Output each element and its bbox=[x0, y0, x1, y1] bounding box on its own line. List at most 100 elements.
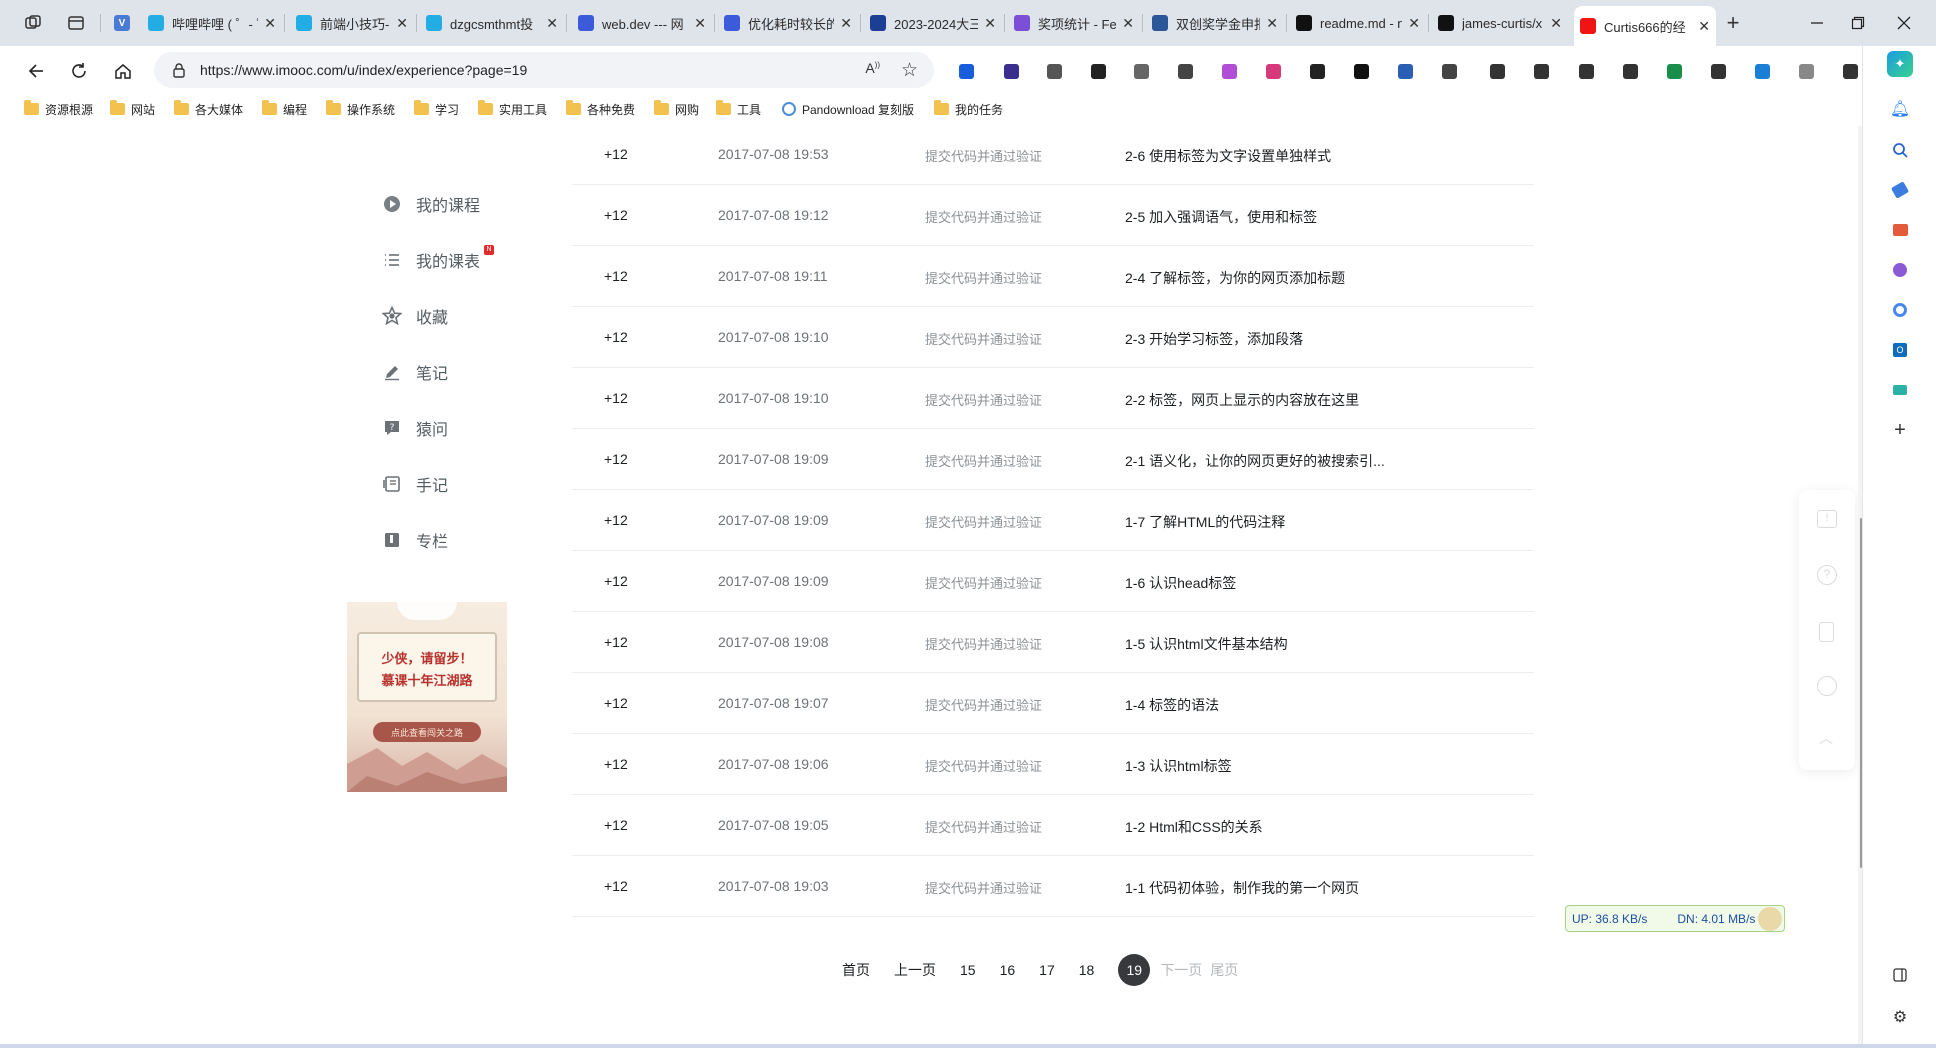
favorites-icon[interactable] bbox=[1486, 60, 1508, 82]
close-tab-icon[interactable]: ✕ bbox=[1122, 15, 1134, 32]
tab-actions-icon[interactable] bbox=[65, 12, 87, 34]
minimize-button[interactable] bbox=[1806, 12, 1828, 34]
play-extension-icon[interactable] bbox=[1306, 60, 1328, 82]
sidebar-item[interactable]: 我的课表 N bbox=[382, 245, 495, 272]
home-button[interactable] bbox=[112, 60, 134, 82]
microsoft365-icon[interactable] bbox=[1889, 299, 1911, 321]
lesson-link[interactable]: 2-5 加入强调语气，使用和标签 bbox=[1125, 207, 1317, 227]
browser-tab[interactable]: readme.md - n ✕ bbox=[1290, 8, 1426, 38]
browser-tab[interactable]: james-curtis/x ✕ bbox=[1432, 8, 1568, 38]
feedback-icon[interactable]: ! bbox=[1817, 510, 1837, 528]
apps-icon[interactable] bbox=[1707, 60, 1729, 82]
games-icon[interactable] bbox=[1889, 259, 1911, 281]
back-to-top-icon[interactable]: ︿ bbox=[1819, 728, 1833, 748]
browser-tab[interactable]: 前端小技巧-知 ✕ bbox=[290, 8, 414, 38]
browser-tab[interactable]: web.dev --- 网 ✕ bbox=[572, 8, 712, 38]
performance-icon[interactable] bbox=[1663, 60, 1685, 82]
bookmark-item[interactable]: 网购 bbox=[654, 98, 699, 120]
close-tab-icon[interactable]: ✕ bbox=[1550, 15, 1562, 32]
lesson-link[interactable]: 1-7 了解HTML的代码注释 bbox=[1125, 512, 1285, 532]
pager-prev[interactable]: 上一页 bbox=[894, 960, 936, 980]
close-tab-icon[interactable]: ✕ bbox=[546, 15, 558, 32]
lesson-link[interactable]: 2-4 了解标签，为你的网页添加标题 bbox=[1125, 268, 1345, 288]
search-icon[interactable] bbox=[1889, 139, 1911, 161]
browser-tab[interactable]: 优化耗时较长的 ✕ bbox=[718, 8, 858, 38]
browser-tab[interactable]: 双创奖学金申报 ✕ bbox=[1146, 8, 1284, 38]
bookmark-item[interactable]: 各大媒体 bbox=[174, 98, 243, 120]
ca-extension-icon[interactable] bbox=[1262, 60, 1284, 82]
lesson-link[interactable]: 2-2 标签，网页上显示的内容放在这里 bbox=[1125, 390, 1359, 410]
extension-home-icon[interactable] bbox=[1000, 60, 1022, 82]
smile-icon[interactable] bbox=[1817, 676, 1837, 696]
browser-tab[interactable]: 2023-2024大三 ✕ bbox=[864, 8, 1002, 38]
profile-avatar-icon[interactable] bbox=[1795, 60, 1817, 82]
tab-pinned[interactable]: V bbox=[108, 8, 138, 38]
bookmark-item[interactable]: 我的任务 bbox=[934, 98, 1003, 120]
lesson-link[interactable]: 1-2 Html和CSS的关系 bbox=[1125, 817, 1263, 837]
bookmark-item[interactable]: 编程 bbox=[262, 98, 307, 120]
refresh-button[interactable] bbox=[68, 60, 90, 82]
address-bar[interactable]: https://www.imooc.com/u/index/experience… bbox=[154, 52, 934, 88]
lesson-link[interactable]: 1-1 代码初体验，制作我的第一个网页 bbox=[1125, 878, 1359, 898]
collections-icon-2[interactable] bbox=[1530, 60, 1552, 82]
close-tab-icon[interactable]: ✕ bbox=[1408, 15, 1420, 32]
outlook-icon[interactable]: O bbox=[1889, 339, 1911, 361]
settings-gear-icon[interactable]: ⚙ bbox=[1889, 1006, 1911, 1028]
drop-icon[interactable] bbox=[1889, 379, 1911, 401]
browser-tab[interactable]: 哔哩哔哩 ( ゜- ゜ ✕ bbox=[142, 8, 282, 38]
pager-page[interactable]: 15 bbox=[960, 962, 976, 978]
close-tab-icon[interactable]: ✕ bbox=[840, 15, 852, 32]
close-tab-icon[interactable]: ✕ bbox=[264, 15, 276, 32]
bookmark-item[interactable]: Pandownload 复刻版 bbox=[782, 98, 914, 120]
bookmark-item[interactable]: 资源根源 bbox=[24, 98, 93, 120]
bookmark-item[interactable]: 学习 bbox=[414, 98, 459, 120]
sidebar-item[interactable]: 专栏 bbox=[382, 528, 448, 552]
bookmark-item[interactable]: 实用工具 bbox=[478, 98, 547, 120]
close-tab-icon[interactable]: ✕ bbox=[396, 15, 408, 32]
lesson-link[interactable]: 2-3 开始学习标签，添加段落 bbox=[1125, 329, 1303, 349]
tab-manager-icon[interactable] bbox=[1087, 60, 1109, 82]
close-tab-icon[interactable]: ✕ bbox=[984, 15, 996, 32]
lesson-link[interactable]: 2-1 语义化，让你的网页更好的被搜索引... bbox=[1125, 451, 1385, 471]
close-tab-icon[interactable]: ✕ bbox=[1698, 18, 1710, 35]
collections-icon[interactable] bbox=[1130, 60, 1152, 82]
lesson-link[interactable]: 1-6 认识head标签 bbox=[1125, 573, 1236, 593]
toolbox-icon[interactable] bbox=[1889, 219, 1911, 241]
bookmark-item[interactable]: 各种免费 bbox=[566, 98, 635, 120]
save-extension-icon[interactable] bbox=[1394, 60, 1416, 82]
browser-tab[interactable]: 奖项统计 - Fei ✕ bbox=[1008, 8, 1140, 38]
counter-extension-icon[interactable] bbox=[1350, 60, 1372, 82]
browser-tab[interactable]: dzgcsmthmt投 ✕ bbox=[420, 8, 564, 38]
pager-current[interactable]: 19 bbox=[1118, 954, 1151, 986]
browser-essentials-icon[interactable] bbox=[1751, 60, 1773, 82]
back-button[interactable] bbox=[25, 60, 47, 82]
hi-extension-icon[interactable] bbox=[1174, 60, 1196, 82]
bitwarden-icon[interactable] bbox=[955, 60, 977, 82]
shopping-tag-icon[interactable] bbox=[1889, 179, 1911, 201]
gradient-extension-icon[interactable] bbox=[1218, 60, 1240, 82]
bookmark-item[interactable]: 工具 bbox=[716, 98, 761, 120]
sidebar-item[interactable]: 我的课程 bbox=[382, 192, 480, 216]
lesson-link[interactable]: 1-5 认识html文件基本结构 bbox=[1125, 634, 1288, 654]
lock-icon[interactable] bbox=[172, 62, 186, 81]
sidebar-item[interactable]: 笔记 bbox=[382, 360, 448, 384]
banner-button[interactable]: 点此查看闯关之路 bbox=[373, 722, 481, 742]
close-tab-icon[interactable]: ✕ bbox=[694, 15, 706, 32]
ten-years-banner[interactable]: 少侠，请留步！ 慕课十年江湖路 点此查看闯关之路 bbox=[347, 602, 507, 792]
shield-extension-icon[interactable] bbox=[1043, 60, 1065, 82]
favorite-star-icon[interactable]: ☆ bbox=[901, 59, 918, 82]
help-icon[interactable]: ? bbox=[1817, 565, 1837, 585]
notification-bell-icon[interactable]: 🔔︎ bbox=[1889, 98, 1911, 120]
bookmark-item[interactable]: 网站 bbox=[110, 98, 155, 120]
workspaces-icon[interactable] bbox=[22, 12, 44, 34]
sidebar-item[interactable]: 手记 bbox=[382, 472, 448, 496]
bookmark-item[interactable]: 操作系统 bbox=[326, 98, 395, 120]
extensions-puzzle-icon[interactable] bbox=[1438, 60, 1460, 82]
history-icon[interactable] bbox=[1575, 60, 1597, 82]
pager-page[interactable]: 16 bbox=[1000, 962, 1016, 978]
mobile-app-icon[interactable] bbox=[1819, 622, 1834, 642]
lesson-link[interactable]: 1-3 认识html标签 bbox=[1125, 756, 1232, 776]
sidebar-item[interactable]: ? 猿问 bbox=[382, 416, 448, 440]
read-aloud-icon[interactable]: A)) bbox=[865, 60, 880, 76]
new-tab-button[interactable]: + bbox=[1722, 10, 1744, 35]
